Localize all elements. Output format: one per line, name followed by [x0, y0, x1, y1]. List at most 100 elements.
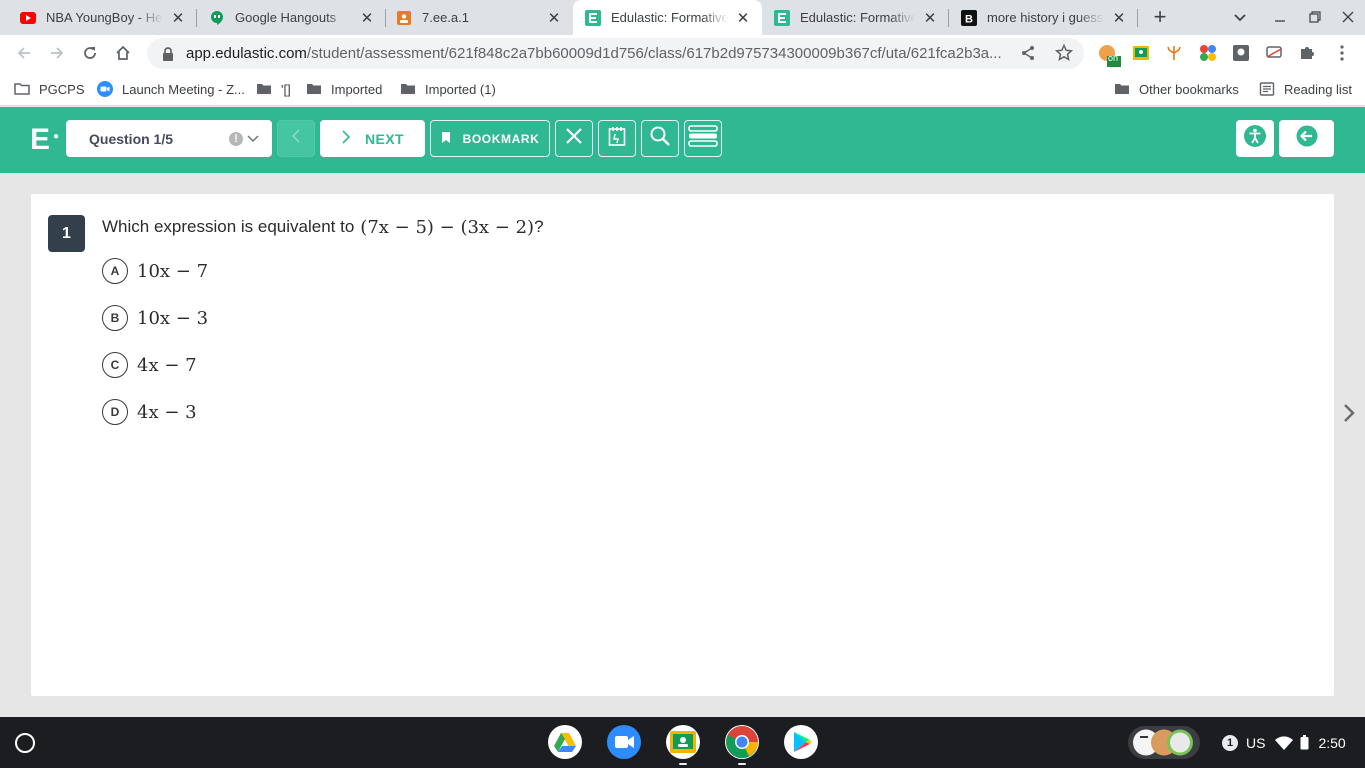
bookmark-folder-imported[interactable]: Imported	[306, 80, 382, 98]
tab-edulastic-active[interactable]: Edulastic: Formative a ✕	[573, 0, 762, 35]
close-window-icon[interactable]	[1336, 6, 1360, 28]
bookmark-label: Imported (1)	[425, 81, 496, 97]
new-tab-button[interactable]: +	[1148, 4, 1172, 29]
bookmark-label: Imported	[331, 81, 383, 97]
scratchpad-button[interactable]	[598, 120, 636, 157]
tab-title: Google Hangouts	[235, 10, 337, 25]
google-apps-extension-icon[interactable]	[1199, 44, 1219, 64]
answer-option-a[interactable]: A 10x − 7	[102, 258, 208, 284]
tab-title: more history i guess	[987, 10, 1104, 25]
close-tab-icon[interactable]: ✕	[734, 9, 752, 27]
chrome-icon[interactable]	[725, 725, 759, 759]
close-tab-icon[interactable]: ✕	[358, 9, 376, 27]
assessment-body: 1 Which expression is equivalent to (7x …	[0, 173, 1365, 717]
more-menu-icon[interactable]	[1333, 44, 1353, 64]
line-reader-icon	[688, 123, 718, 154]
reload-icon[interactable]	[76, 39, 104, 67]
forward-icon[interactable]	[43, 39, 71, 67]
close-tab-icon[interactable]: ✕	[921, 9, 939, 27]
address-bar[interactable]: app.edulastic.com/student/assessment/621…	[147, 38, 1084, 69]
zoom-app-icon[interactable]	[607, 725, 641, 759]
answer-option-d[interactable]: D 4x − 3	[102, 399, 197, 425]
option-letter: D	[102, 399, 128, 425]
tab-brainly[interactable]: B more history i guess ✕	[949, 0, 1138, 35]
eliminate-answer-button[interactable]	[555, 120, 593, 157]
folder-icon	[256, 81, 272, 97]
line-reader-button[interactable]	[684, 120, 722, 157]
zoom-button[interactable]	[641, 120, 679, 157]
google-classroom-icon[interactable]	[666, 725, 700, 759]
question-expression: (7x − 5) − (3x − 2)	[360, 216, 535, 238]
bookmark-label: Other bookmarks	[1139, 81, 1239, 97]
tab-edulastic[interactable]: Edulastic: Formative a ✕	[762, 0, 949, 35]
next-button[interactable]: NEXT	[320, 120, 425, 157]
bookmark-label: Reading list	[1284, 81, 1352, 97]
bookmark-icon	[441, 131, 451, 147]
answer-option-c[interactable]: C 4x − 7	[102, 352, 197, 378]
previous-button[interactable]	[277, 120, 315, 157]
tab-title: Edulastic: Formative a	[611, 10, 728, 25]
brainly-icon: B	[961, 9, 977, 26]
question-selector[interactable]: Question 1/5 !	[66, 120, 272, 157]
bookmark-folder-imported-1[interactable]: Imported (1)	[400, 80, 496, 98]
google-drive-icon[interactable]	[548, 725, 582, 759]
lock-icon[interactable]	[160, 46, 176, 62]
tab-title: 7.ee.a.1	[422, 10, 469, 25]
option-text: 10x − 3	[137, 307, 209, 329]
bookmark-zoom-meeting[interactable]: Launch Meeting - Z...	[97, 80, 245, 98]
back-icon[interactable]	[10, 39, 38, 67]
holding-space-tray[interactable]	[1128, 726, 1200, 759]
edulastic-logo: E ●	[30, 125, 59, 162]
star-icon[interactable]	[1054, 43, 1074, 67]
warning-icon: !	[229, 131, 243, 146]
bookmarks-bar: PGCPS Launch Meeting - Z... '[] Imported…	[0, 72, 1365, 106]
tab-hangouts[interactable]: Google Hangouts ✕	[189, 0, 386, 35]
option-text: 10x − 7	[137, 260, 209, 282]
status-area[interactable]: 1 US 2:50	[1211, 726, 1359, 759]
tree-extension-icon[interactable]	[1165, 44, 1185, 64]
close-tab-icon[interactable]: ✕	[545, 9, 563, 27]
classroom-extension-icon[interactable]	[1132, 44, 1152, 64]
extension-badge-icon[interactable]: on	[1098, 44, 1121, 67]
os-shelf: 1 US 2:50	[0, 717, 1365, 768]
home-icon[interactable]	[109, 39, 137, 67]
next-question-arrow-icon[interactable]	[1340, 402, 1358, 424]
play-store-icon[interactable]	[784, 725, 818, 759]
assessment-header: E ● Question 1/5 ! NEXT BOOKMARK	[0, 107, 1365, 173]
exit-arrow-icon	[1296, 125, 1318, 152]
close-tab-icon[interactable]: ✕	[1110, 9, 1128, 27]
logo-letter: E	[30, 123, 51, 156]
answer-option-b[interactable]: B 10x − 3	[102, 305, 208, 331]
other-bookmarks[interactable]: Other bookmarks	[1114, 80, 1239, 98]
hangouts-icon	[209, 10, 225, 26]
bookmark-folder-brackets[interactable]: '[]	[256, 80, 291, 98]
launcher-icon[interactable]	[15, 733, 35, 753]
running-indicator	[738, 763, 746, 765]
extension-badge-text: on	[1108, 53, 1119, 63]
bookmark-pgcps[interactable]: PGCPS	[14, 80, 85, 98]
close-tab-icon[interactable]: ✕	[169, 9, 187, 27]
restore-icon[interactable]	[1303, 6, 1327, 28]
keyboard-layout: US	[1246, 734, 1266, 751]
bookmark-button[interactable]: BOOKMARK	[430, 120, 550, 157]
chevron-right-icon	[341, 130, 351, 147]
slides-icon	[396, 10, 412, 26]
chevron-left-icon	[291, 129, 301, 148]
tab-youtube[interactable]: NBA YoungBoy - Hear ✕	[0, 0, 197, 35]
screen-extension-icon[interactable]	[1265, 44, 1285, 64]
tab-slides[interactable]: 7.ee.a.1 ✕	[376, 0, 573, 35]
question-number: 1	[48, 215, 85, 252]
folder-icon	[306, 81, 322, 97]
wifi-icon	[1275, 735, 1294, 750]
accessibility-button[interactable]	[1236, 120, 1274, 157]
extensions-puzzle-icon[interactable]	[1298, 44, 1318, 64]
clock: 2:50	[1318, 734, 1346, 751]
minimize-icon[interactable]	[1268, 6, 1292, 28]
exit-button[interactable]	[1279, 120, 1334, 157]
url-path: /student/assessment/621f848c2a7bb60009d1…	[306, 45, 1002, 62]
share-icon[interactable]	[1020, 45, 1036, 66]
tab-search-chevron-icon[interactable]	[1228, 6, 1252, 28]
reading-list[interactable]: Reading list	[1259, 80, 1352, 98]
scratchpad-icon	[608, 125, 626, 152]
profile-extension-icon[interactable]	[1232, 44, 1252, 64]
